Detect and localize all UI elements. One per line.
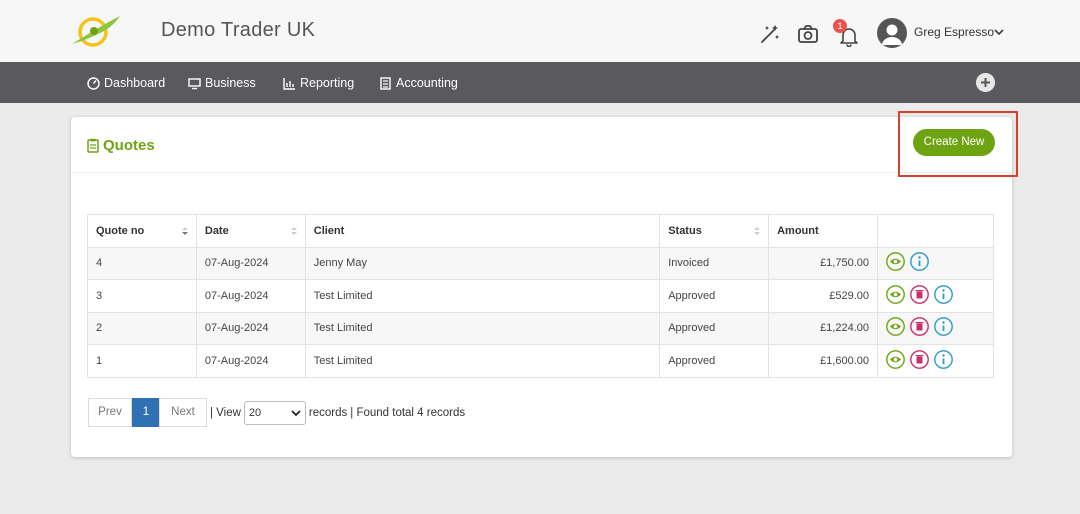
column-header-client[interactable]: Client (304, 214, 661, 248)
cell-date: 07-Aug-2024 (195, 246, 306, 280)
cell-client: Jenny May (304, 246, 661, 280)
camera-icon[interactable] (797, 23, 819, 45)
column-header-status[interactable]: Status (659, 214, 770, 248)
chevron-down-icon[interactable] (993, 27, 1005, 37)
cell-status: Approved (659, 311, 770, 345)
table-header-row: Quote no Date Client Status Amount (87, 214, 994, 248)
sort-desc-icon[interactable] (181, 226, 188, 236)
cell-amount: £1,750.00 (768, 246, 878, 280)
nav-item-dashboard[interactable]: Dashboard (87, 75, 165, 91)
info-icon[interactable] (934, 284, 953, 304)
column-header-label: Date (204, 224, 229, 237)
cell-client: Test Limited (304, 279, 661, 313)
cell-actions (877, 344, 994, 378)
page-size-value: 20 (248, 406, 262, 419)
delete-icon[interactable] (910, 284, 929, 304)
view-icon[interactable] (886, 349, 905, 369)
nav-label-dashboard: Dashboard (104, 76, 166, 90)
view-label: | View (210, 406, 241, 419)
highlight-annotation-box (898, 111, 1018, 177)
column-header-label: Client (313, 224, 345, 237)
cell-amount: £1,600.00 (768, 344, 878, 378)
column-header-label: Amount (777, 224, 819, 237)
info-icon[interactable] (934, 349, 953, 369)
cell-actions (877, 279, 994, 313)
page-1-button[interactable]: 1 (132, 398, 160, 427)
column-header-date[interactable]: Date (195, 214, 306, 248)
found-total-label: | Found total 4 records (350, 406, 466, 419)
cell-actions (877, 311, 994, 345)
nav-item-business[interactable]: Business (188, 75, 256, 91)
magic-wand-icon[interactable] (759, 23, 781, 45)
cell-actions (877, 246, 994, 280)
avatar-icon (882, 24, 902, 45)
records-label: records (308, 406, 348, 419)
dashboard-icon (87, 76, 100, 90)
card-divider (71, 172, 1012, 173)
column-header-quote-no[interactable]: Quote no (87, 214, 197, 248)
view-icon[interactable] (886, 284, 905, 304)
page-title: Quotes (87, 137, 155, 154)
table-row: 3 07-Aug-2024 Test Limited Approved £529… (87, 279, 994, 313)
cell-quote-no: 4 (87, 246, 197, 280)
reporting-icon (283, 77, 295, 90)
plus-circle-icon[interactable] (976, 73, 995, 92)
page-title-text: Quotes (103, 137, 155, 154)
main-nav: Dashboard Business Reporting Accounting (0, 62, 1080, 103)
accounting-icon (380, 76, 391, 90)
delete-icon[interactable] (910, 349, 929, 369)
info-icon[interactable] (910, 252, 929, 272)
top-header: Demo Trader UK 1 Greg Espresso (0, 0, 1080, 62)
cell-quote-no: 3 (87, 279, 197, 313)
cell-status: Approved (659, 279, 770, 313)
nav-label-accounting: Accounting (396, 76, 458, 90)
table-row: 2 07-Aug-2024 Test Limited Approved £1,2… (87, 311, 994, 345)
cell-date: 07-Aug-2024 (195, 279, 306, 313)
cell-date: 07-Aug-2024 (195, 311, 306, 345)
business-icon (188, 77, 201, 89)
cell-status: Approved (659, 344, 770, 378)
cell-status: Invoiced (659, 246, 770, 280)
logo-icon[interactable] (68, 12, 122, 52)
nav-item-accounting[interactable]: Accounting (379, 75, 458, 91)
view-icon[interactable] (886, 252, 905, 272)
cell-client: Test Limited (304, 344, 661, 378)
cell-client: Test Limited (304, 311, 661, 345)
quotes-table: Quote no Date Client Status Amount 4 07-… (87, 214, 994, 378)
cell-amount: £529.00 (768, 279, 878, 313)
next-page-button[interactable]: Next (159, 398, 207, 427)
table-row: 1 07-Aug-2024 Test Limited Approved £1,6… (87, 344, 994, 378)
column-header-amount[interactable]: Amount (768, 214, 878, 248)
cell-quote-no: 2 (87, 311, 197, 345)
chevron-down-icon (291, 409, 301, 416)
sort-icon[interactable] (290, 226, 297, 236)
avatar[interactable] (877, 18, 907, 48)
column-header-actions (877, 214, 994, 248)
cell-date: 07-Aug-2024 (195, 344, 306, 378)
cell-quote-no: 1 (87, 344, 197, 378)
info-icon[interactable] (934, 317, 953, 337)
page-size-select[interactable]: 20 (243, 400, 306, 425)
cell-amount: £1,224.00 (768, 311, 878, 345)
prev-page-button[interactable]: Prev (88, 398, 132, 427)
company-name: Demo Trader UK (161, 19, 316, 41)
user-name[interactable]: Greg Espresso (914, 25, 994, 39)
sort-icon[interactable] (754, 226, 761, 236)
nav-label-reporting: Reporting (300, 76, 355, 90)
column-header-label: Status (668, 224, 702, 237)
nav-label-business: Business (205, 76, 256, 90)
nav-item-reporting[interactable]: Reporting (283, 75, 354, 91)
table-row: 4 07-Aug-2024 Jenny May Invoiced £1,750.… (87, 246, 994, 280)
column-header-label: Quote no (96, 224, 145, 237)
delete-icon[interactable] (910, 317, 929, 337)
pagination: Prev 1 Next | View 20 records | Found to… (88, 398, 468, 427)
view-icon[interactable] (886, 317, 905, 337)
clipboard-icon (87, 138, 99, 153)
notification-badge: 1 (833, 19, 847, 33)
